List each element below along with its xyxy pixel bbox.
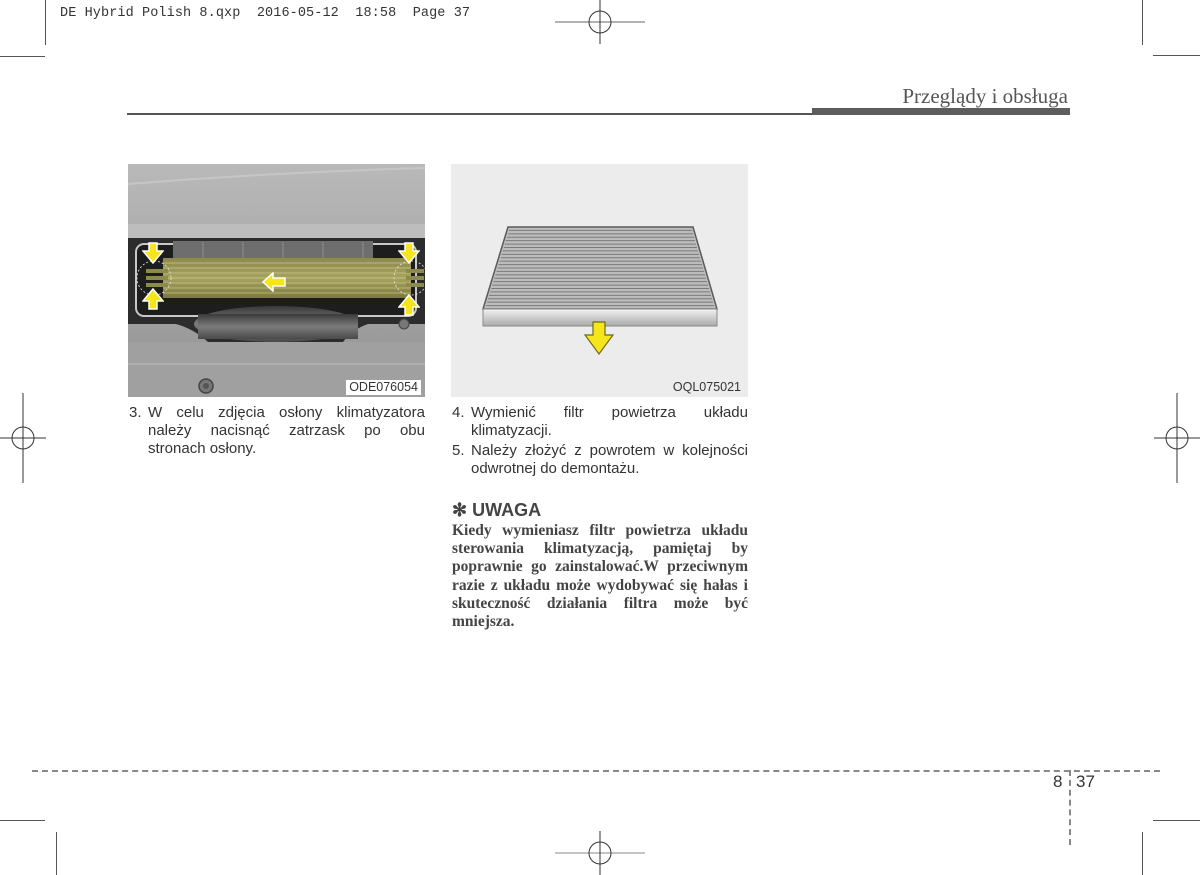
step-number: 3. [129,404,142,421]
step-number: 5. [452,442,465,459]
registration-mark-bottom [555,831,645,875]
registration-mark-right [1154,393,1200,483]
arrow-up-icon [142,288,164,310]
crop-mark [1142,0,1143,45]
asterisk-icon: ✻ [452,500,468,520]
slug-file: DE Hybrid Polish 8.qxp [60,6,241,21]
registration-mark-top [555,0,645,44]
note-heading: ✻ UWAGA [452,500,541,521]
step-text: W celu zdjęcia osłony klimatyzatora nale… [148,404,425,457]
footer-divider [32,770,1160,772]
note-title: UWAGA [472,500,542,520]
crop-mark [1153,55,1200,56]
instruction-step: 4. Wymienić filtr powietrza układu klima… [452,404,748,440]
figure-caption: ODE076054 [346,380,421,395]
arrow-down-icon [584,321,614,355]
section-title: Przeglądy i obsługa [902,84,1068,108]
page-number: 37 [1076,772,1095,791]
figure-air-filter: OQL075021 [451,164,748,397]
figure-caption: OQL075021 [669,380,744,395]
arrow-up-icon [398,294,420,316]
figure-filter-cover: ODE076054 [128,164,425,397]
chapter-number: 8 [1053,772,1063,791]
registration-mark-left [0,393,46,483]
slug-time: 18:58 [355,6,397,21]
instruction-step: 5. Należy złożyć z powrotem w kolejności… [452,442,748,478]
slug-date: 2016-05-12 [256,6,339,21]
footer-page-separator [1069,770,1071,845]
crop-mark [1153,820,1200,821]
instruction-step: 3. W celu zdjęcia osłony klimatyzatora n… [129,404,425,458]
step-text: Wymienić filtr powietrza układu klimatyz… [471,404,748,439]
crop-mark [1142,832,1143,875]
crop-mark [45,0,46,45]
crop-mark [56,832,57,875]
step-text: Należy złożyć z powrotem w kolejności od… [471,442,748,477]
note-body: Kiedy wymieniasz filtr powietrza układu … [452,522,748,631]
arrow-left-icon [262,272,286,292]
print-slug: DE Hybrid Polish 8.qxp 2016-05-12 18:58 … [60,6,470,21]
slug-page: Page 37 [412,6,471,21]
arrow-down-icon [142,242,164,264]
crop-mark [0,56,45,57]
air-filter-illustration [481,226,719,327]
header-rule-accent [812,108,1070,115]
crop-mark [0,820,45,821]
header-rule [127,113,812,115]
step-number: 4. [452,404,465,421]
arrow-down-icon [398,242,420,264]
